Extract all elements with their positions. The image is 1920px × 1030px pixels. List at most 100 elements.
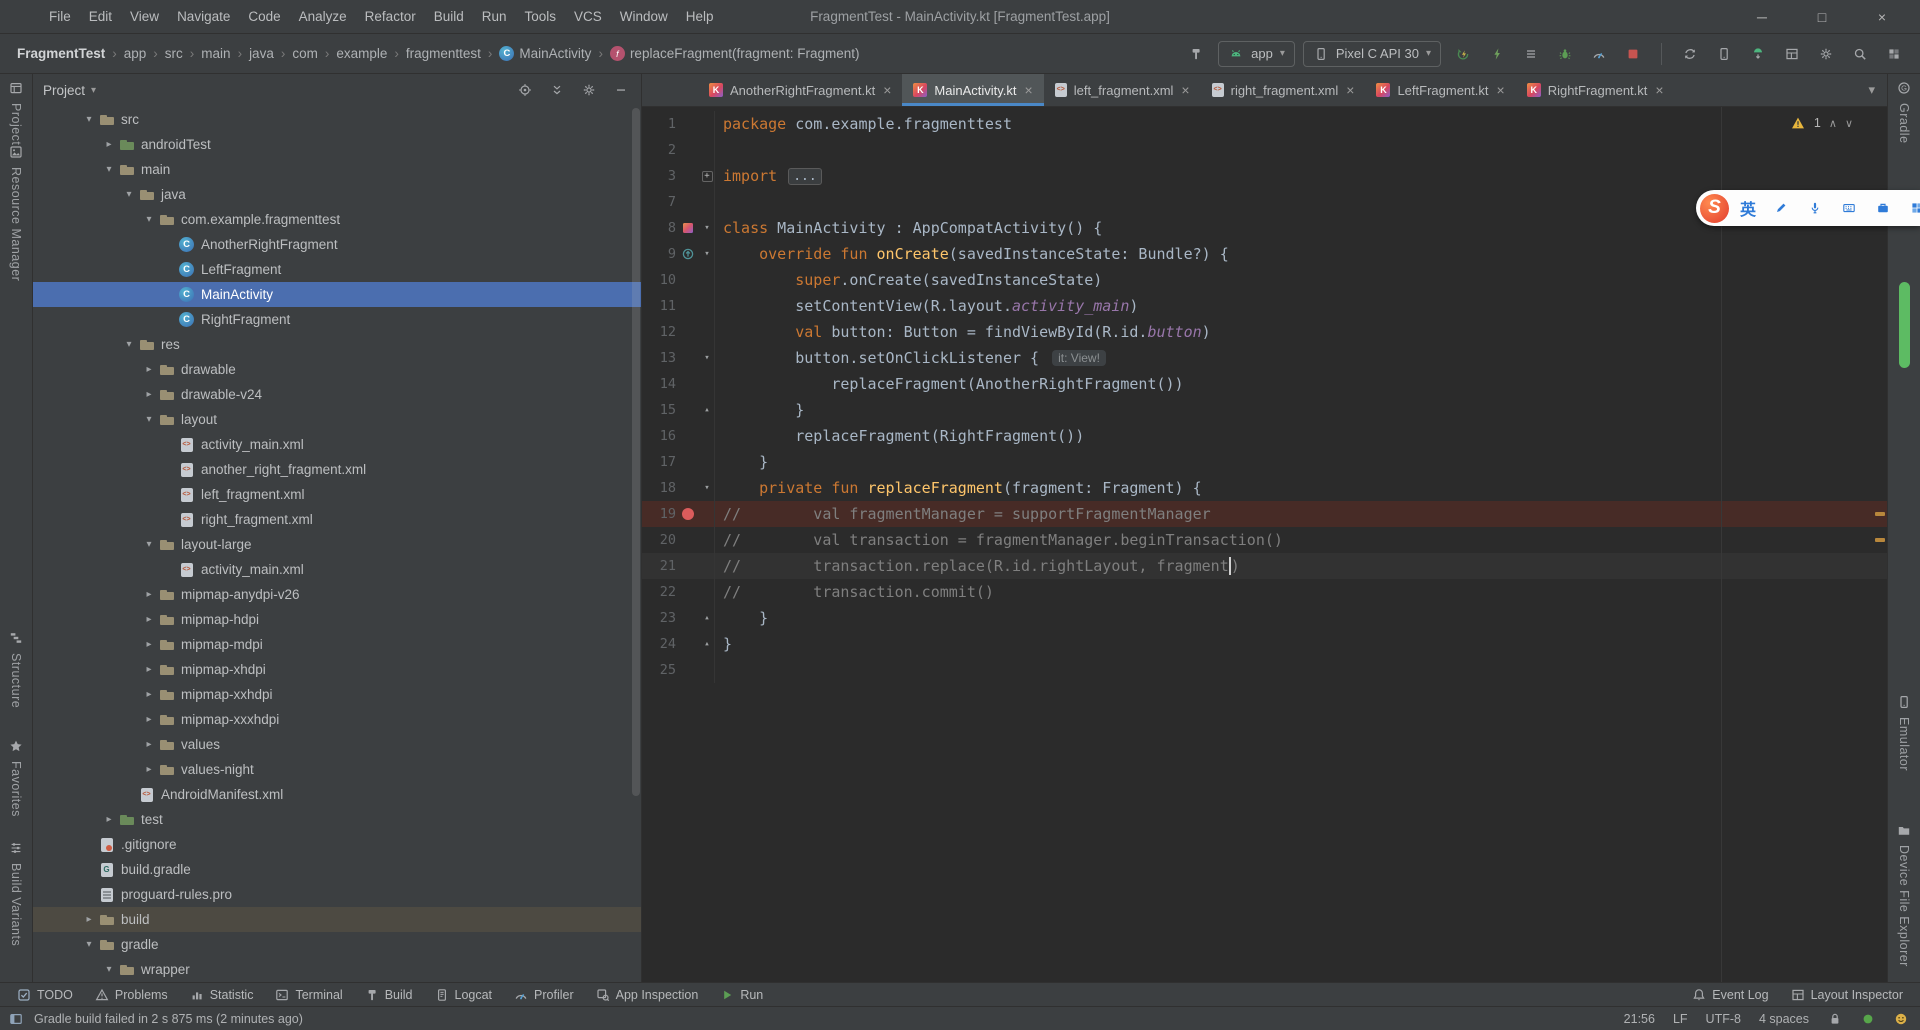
tool-button-statistic[interactable]: Statistic (179, 983, 265, 1006)
close-tab-icon[interactable]: × (883, 82, 891, 98)
tool-stripe-build-variants[interactable]: Build Variants (0, 840, 32, 946)
line-ending-widget[interactable]: LF (1673, 1012, 1688, 1026)
tree-item-layout[interactable]: ▾layout (33, 407, 641, 432)
tool-button-todo[interactable]: TODO (6, 983, 84, 1006)
tree-item-gradle[interactable]: ▾gradle (33, 932, 641, 957)
hidden-tabs-chevron-icon[interactable]: ▾ (1868, 82, 1875, 98)
tab-left-fragment-xml[interactable]: left_fragment.xml× (1044, 74, 1201, 106)
line-number[interactable]: 17 (642, 454, 676, 470)
code-line-19[interactable]: 19// val fragmentManager = supportFragme… (642, 501, 1887, 527)
line-number[interactable]: 9 (642, 246, 676, 262)
tree-item-activity-main-xml[interactable]: activity_main.xml (33, 432, 641, 457)
menu-refactor[interactable]: Refactor (356, 5, 425, 28)
tool-stripe-structure[interactable]: Structure (0, 630, 32, 708)
collapse-icon[interactable]: ▾ (141, 414, 157, 425)
sogou-logo[interactable]: S (1700, 194, 1729, 223)
apply-changes-icon[interactable] (1449, 41, 1477, 67)
expand-icon[interactable]: ▸ (141, 639, 157, 650)
breadcrumb-java[interactable]: java (246, 44, 277, 63)
tool-button-layout-inspector[interactable]: Layout Inspector (1780, 983, 1914, 1006)
tool-button-problems[interactable]: Problems (84, 983, 179, 1006)
tree-item-gitignore[interactable]: .gitignore (33, 832, 641, 857)
expand-icon[interactable]: ▸ (141, 389, 157, 400)
window-layouts-icon[interactable] (1880, 41, 1908, 67)
breadcrumb-com[interactable]: com (289, 44, 321, 63)
tool-stripe-project[interactable]: Project (0, 80, 32, 145)
code-line-9[interactable]: 9▾ override fun onCreate(savedInstanceSt… (642, 241, 1887, 267)
code-line-2[interactable]: 2 (642, 137, 1887, 163)
tree-item-mipmap-xxxhdpi[interactable]: ▸mipmap-xxxhdpi (33, 707, 641, 732)
tab-mainactivity-kt[interactable]: MainActivity.kt× (902, 74, 1043, 106)
tree-item-drawable[interactable]: ▸drawable (33, 357, 641, 382)
tree-item-activity-main-xml[interactable]: activity_main.xml (33, 557, 641, 582)
expand-icon[interactable]: ▸ (81, 914, 97, 925)
tree-item-androidtest[interactable]: ▸androidTest (33, 132, 641, 157)
tool-stripe-device-file-explorer[interactable]: Device File Explorer (1888, 822, 1920, 967)
line-number[interactable]: 10 (642, 272, 676, 288)
breadcrumb-mainactivity[interactable]: MainActivity (496, 44, 594, 63)
menu-help[interactable]: Help (677, 5, 723, 28)
breadcrumb-app[interactable]: app (121, 44, 150, 63)
line-number[interactable]: 15 (642, 402, 676, 418)
next-problem-icon[interactable]: ∨ (1845, 117, 1853, 130)
chevron-down-icon[interactable]: ▾ (91, 85, 96, 96)
tree-item-mipmap-anydpi-v26[interactable]: ▸mipmap-anydpi-v26 (33, 582, 641, 607)
line-number[interactable]: 14 (642, 376, 676, 392)
fold-expand-icon[interactable]: + (702, 171, 713, 182)
encoding-widget[interactable]: UTF-8 (1706, 1012, 1741, 1026)
code-line-1[interactable]: 1package com.example.fragmenttest (642, 111, 1887, 137)
collapse-icon[interactable]: ▾ (81, 939, 97, 950)
tab-right-fragment-xml[interactable]: right_fragment.xml× (1201, 74, 1366, 106)
menu-edit[interactable]: Edit (80, 5, 121, 28)
menu-analyze[interactable]: Analyze (290, 5, 356, 28)
tree-item-mipmap-mdpi[interactable]: ▸mipmap-mdpi (33, 632, 641, 657)
menu-vcs[interactable]: VCS (565, 5, 611, 28)
feedback-smiley-icon[interactable] (1893, 1011, 1908, 1026)
expand-icon[interactable]: ▸ (141, 364, 157, 375)
menu-build[interactable]: Build (425, 5, 473, 28)
fold-marker[interactable]: ▴ (700, 605, 715, 631)
apply-code-changes-icon[interactable] (1483, 41, 1511, 67)
project-structure-icon[interactable] (1812, 41, 1840, 67)
collapse-icon[interactable]: ▾ (101, 964, 117, 975)
code-line-12[interactable]: 12 val button: Button = findViewById(R.i… (642, 319, 1887, 345)
profile-icon[interactable] (1585, 41, 1613, 67)
collapse-all-icon[interactable] (547, 80, 567, 100)
code-line-22[interactable]: 22// transaction.commit() (642, 579, 1887, 605)
code-line-14[interactable]: 14 replaceFragment(AnotherRightFragment(… (642, 371, 1887, 397)
tab-leftfragment-kt[interactable]: LeftFragment.kt× (1365, 74, 1515, 106)
tool-button-run[interactable]: Run (709, 983, 774, 1006)
code-line-18[interactable]: 18▾ private fun replaceFragment(fragment… (642, 475, 1887, 501)
line-number[interactable]: 13 (642, 350, 676, 366)
line-number[interactable]: 1 (642, 116, 676, 132)
tree-item-mipmap-hdpi[interactable]: ▸mipmap-hdpi (33, 607, 641, 632)
tree-item-drawable-v24[interactable]: ▸drawable-v24 (33, 382, 641, 407)
sync-project-gradle-icon[interactable] (1676, 41, 1704, 67)
code-line-17[interactable]: 17 } (642, 449, 1887, 475)
tree-item-anotherrightfragment[interactable]: AnotherRightFragment (33, 232, 641, 257)
tree-item-rightfragment[interactable]: RightFragment (33, 307, 641, 332)
menu-view[interactable]: View (121, 5, 168, 28)
line-number[interactable]: 20 (642, 532, 676, 548)
voice-input-icon[interactable] (1801, 195, 1829, 221)
hide-panel-icon[interactable] (611, 80, 631, 100)
settings-icon[interactable] (579, 80, 599, 100)
code-line-16[interactable]: 16 replaceFragment(RightFragment()) (642, 423, 1887, 449)
device-select[interactable]: Pixel C API 30 ▾ (1303, 41, 1441, 67)
sdk-manager-icon[interactable] (1744, 41, 1772, 67)
tool-button-event-log[interactable]: Event Log (1681, 983, 1779, 1006)
fold-marker[interactable]: ▴ (700, 397, 715, 423)
stop-icon[interactable] (1619, 41, 1647, 67)
tree-item-build[interactable]: ▸build (33, 907, 641, 932)
tree-item-another-right-fragment-xml[interactable]: another_right_fragment.xml (33, 457, 641, 482)
tool-button-logcat[interactable]: Logcat (424, 983, 504, 1006)
indent-widget[interactable]: 4 spaces (1759, 1012, 1809, 1026)
menu-code[interactable]: Code (239, 5, 289, 28)
breakpoint-dot[interactable] (682, 508, 694, 520)
maximize-button[interactable]: □ (1792, 9, 1852, 25)
tree-item-right-fragment-xml[interactable]: right_fragment.xml (33, 507, 641, 532)
breadcrumb-fragmenttest[interactable]: fragmenttest (403, 44, 484, 63)
collapse-icon[interactable]: ▾ (141, 539, 157, 550)
breadcrumb-replacefragment-fragment-fragment[interactable]: replaceFragment(fragment: Fragment) (607, 44, 863, 63)
code-line-10[interactable]: 10 super.onCreate(savedInstanceState) (642, 267, 1887, 293)
